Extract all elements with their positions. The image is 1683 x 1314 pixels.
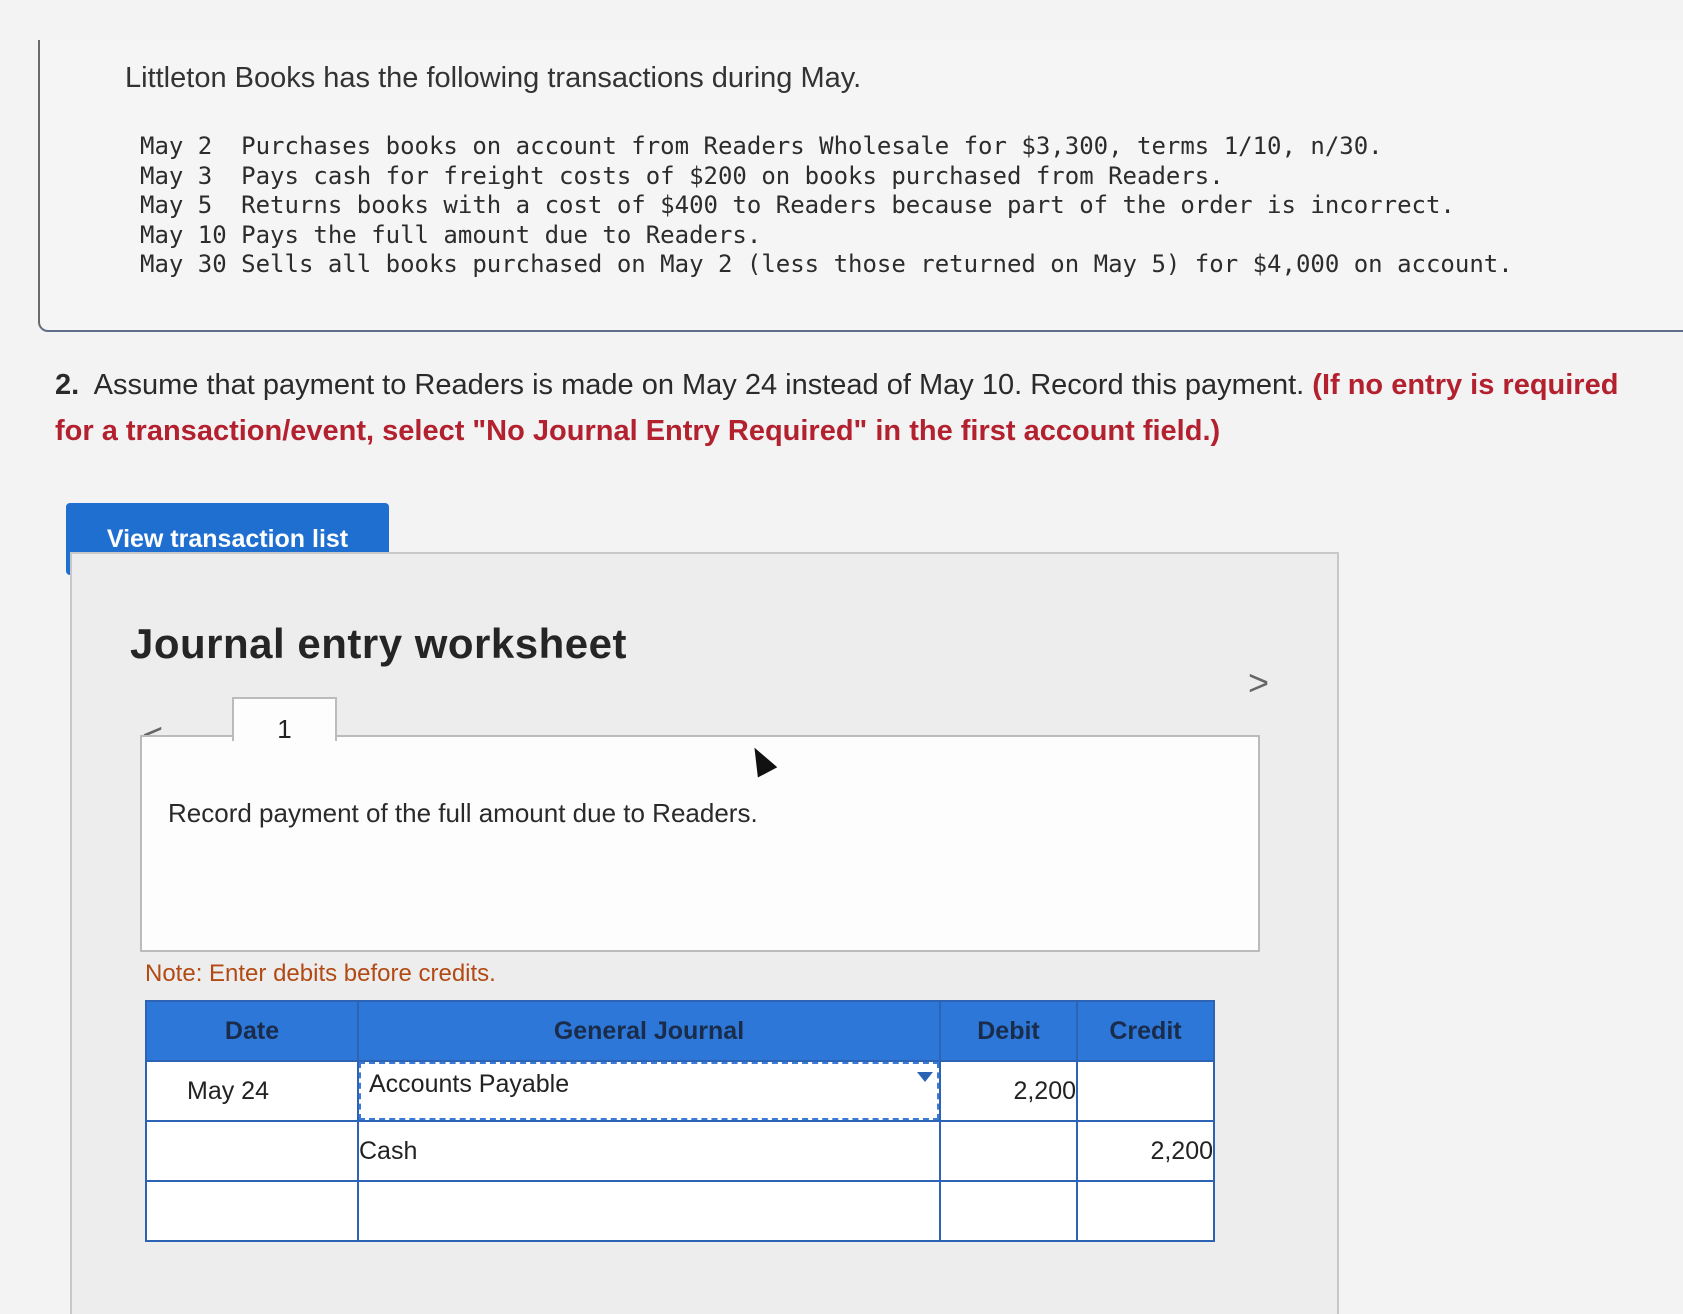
account-cell[interactable] (357, 1180, 941, 1242)
transaction-item: May 5 Returns books with a cost of $400 … (140, 191, 1455, 219)
credit-cell[interactable]: 2,200 (1076, 1120, 1215, 1182)
date-header: Date (145, 1000, 359, 1062)
journal-header: General Journal (357, 1000, 941, 1062)
journal-header-row: Date General Journal Debit Credit (145, 1000, 1215, 1062)
chevron-right-icon[interactable]: > (1248, 662, 1269, 704)
account-cell[interactable]: Accounts Payable (357, 1060, 941, 1122)
journal-table: Date General Journal Debit Credit May 24… (145, 1000, 1215, 1242)
debit-cell[interactable] (939, 1180, 1078, 1242)
transaction-list: May 2 Purchases books on account from Re… (140, 132, 1513, 280)
worksheet-title: Journal entry worksheet (130, 620, 627, 667)
question-text: Assume that payment to Readers is made o… (93, 369, 1305, 401)
transaction-prompt: Record payment of the full amount due to… (168, 798, 758, 828)
credit-header: Credit (1076, 1000, 1215, 1062)
credit-cell[interactable] (1076, 1060, 1215, 1122)
transaction-item: May 10 Pays the full amount due to Reade… (140, 220, 762, 249)
credit-cell[interactable] (1076, 1180, 1215, 1242)
date-cell[interactable] (145, 1180, 359, 1242)
table-row (145, 1180, 1215, 1242)
tab-1[interactable]: 1 (232, 697, 337, 744)
table-row: Cash 2,200 (145, 1120, 1215, 1182)
question-number: 2. (55, 369, 80, 401)
dropdown-arrow-icon[interactable] (917, 1072, 933, 1082)
date-cell[interactable] (145, 1120, 359, 1182)
account-value: Accounts Payable (369, 1070, 570, 1098)
transaction-item: May 30 Sells all books purchased on May … (140, 250, 1513, 278)
note: Note: Enter debits before credits. (145, 960, 496, 987)
transaction-item: May 3 Pays cash for freight costs of $20… (140, 161, 1224, 190)
transaction-panel (140, 735, 1260, 952)
date-cell[interactable]: May 24 (145, 1060, 359, 1122)
debit-cell[interactable] (939, 1120, 1078, 1182)
debit-cell[interactable]: 2,200 (939, 1060, 1078, 1122)
transaction-item: May 2 Purchases books on account from Re… (140, 132, 1383, 160)
question: 2. Assume that payment to Readers is mad… (55, 362, 1665, 454)
account-select[interactable]: Accounts Payable (359, 1062, 939, 1120)
account-cell[interactable]: Cash (357, 1120, 941, 1182)
table-row: May 24 Accounts Payable 2,200 (145, 1060, 1215, 1122)
debit-header: Debit (939, 1000, 1078, 1062)
problem-intro: Littleton Books has the following transa… (125, 62, 862, 94)
